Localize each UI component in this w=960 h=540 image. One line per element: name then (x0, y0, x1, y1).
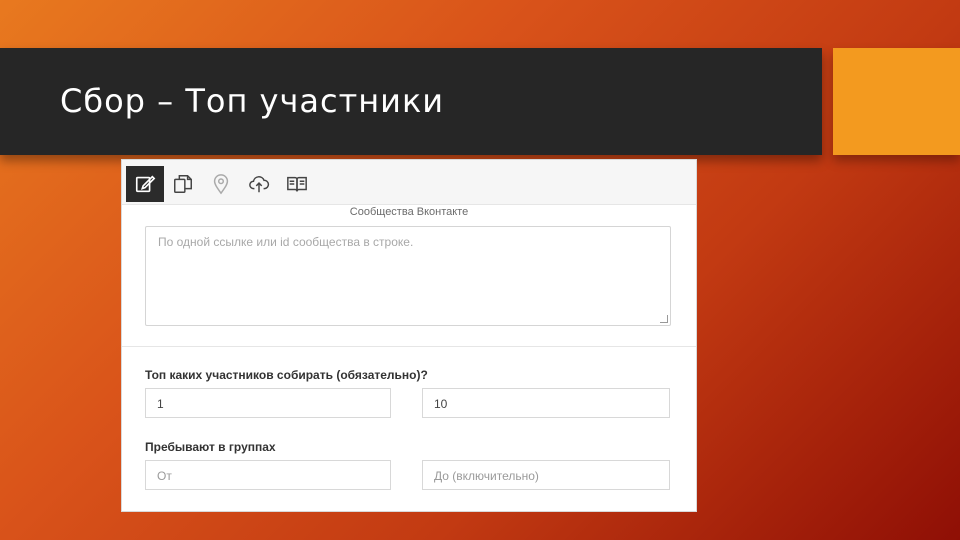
upload-tool-button[interactable] (240, 166, 278, 202)
top-members-from-value: 1 (157, 397, 164, 411)
edit-icon (135, 175, 156, 193)
communities-placeholder: По одной ссылке или id сообщества в стро… (158, 235, 414, 249)
toolbar (122, 160, 696, 205)
location-pin-icon (213, 174, 229, 195)
groups-to-input[interactable]: До (включительно) (422, 460, 670, 490)
communities-section-title: Сообщества Вконтакте (349, 206, 469, 218)
location-tool-button[interactable] (202, 166, 240, 202)
communities-textarea[interactable]: По одной ссылке или id сообщества в стро… (145, 226, 671, 326)
book-tool-button[interactable] (278, 166, 316, 202)
top-members-from-input[interactable]: 1 (145, 388, 391, 418)
app-screenshot: Сообщества Вконтакте По одной ссылке или… (121, 159, 697, 512)
accent-block (833, 48, 960, 155)
top-members-to-input[interactable]: 10 (422, 388, 670, 418)
top-members-label: Топ каких участников собирать (обязатель… (145, 368, 428, 382)
groups-from-placeholder: От (157, 469, 172, 483)
cloud-upload-icon (249, 176, 270, 193)
groups-from-input[interactable]: От (145, 460, 391, 490)
resize-grip-icon[interactable] (660, 315, 668, 323)
top-members-to-value: 10 (434, 397, 448, 411)
edit-tool-button[interactable] (126, 166, 164, 202)
copy-icon (174, 175, 192, 193)
slide-title: Сбор – Топ участники (60, 82, 445, 120)
groups-count-label: Пребывают в группах (145, 440, 276, 454)
book-icon (287, 176, 307, 192)
section-divider (122, 346, 696, 347)
groups-to-placeholder: До (включительно) (434, 469, 539, 483)
copy-tool-button[interactable] (164, 166, 202, 202)
